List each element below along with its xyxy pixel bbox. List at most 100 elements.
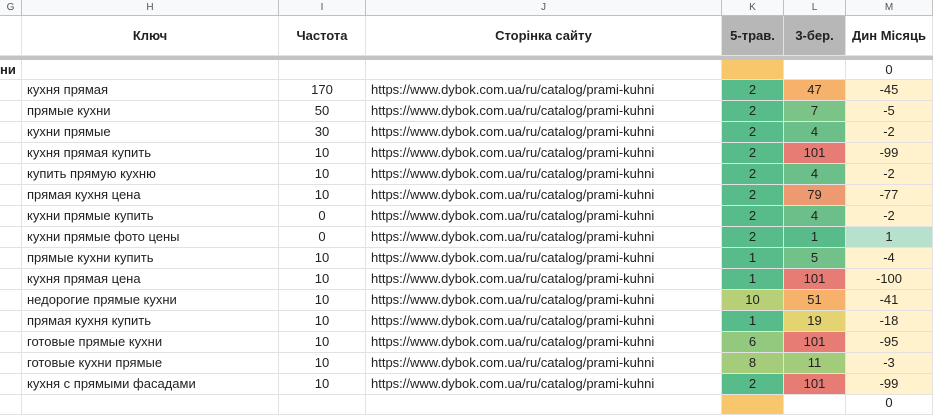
group-cell-i[interactable] xyxy=(279,60,366,79)
cell-url[interactable]: https://www.dybok.com.ua/ru/catalog/pram… xyxy=(366,311,722,331)
cell-k[interactable]: 2 xyxy=(722,374,784,394)
cell-key[interactable]: готовые кухни прямые xyxy=(22,353,279,373)
cell-frequency[interactable]: 50 xyxy=(279,101,366,121)
cell-m[interactable]: -45 xyxy=(846,80,933,100)
cell-l[interactable]: 1 xyxy=(784,227,846,247)
cell-url[interactable]: https://www.dybok.com.ua/ru/catalog/pram… xyxy=(366,353,722,373)
group-cell-k[interactable] xyxy=(722,60,784,79)
cell-key[interactable]: прямая кухня цена xyxy=(22,185,279,205)
header-k-date[interactable]: 5-трав. xyxy=(722,16,784,55)
cell-l[interactable]: 5 xyxy=(784,248,846,268)
cell-l[interactable]: 4 xyxy=(784,164,846,184)
cell-m[interactable]: -95 xyxy=(846,332,933,352)
cell-frequency[interactable]: 0 xyxy=(279,227,366,247)
group-cell-h[interactable] xyxy=(22,60,279,79)
cell-url[interactable]: https://www.dybok.com.ua/ru/catalog/pram… xyxy=(366,164,722,184)
cell-k[interactable]: 1 xyxy=(722,311,784,331)
cell-l[interactable]: 4 xyxy=(784,206,846,226)
cell-url[interactable]: https://www.dybok.com.ua/ru/catalog/pram… xyxy=(366,80,722,100)
cell-g[interactable] xyxy=(0,143,22,163)
cell-url[interactable]: https://www.dybok.com.ua/ru/catalog/pram… xyxy=(366,206,722,226)
cell-l[interactable]: 51 xyxy=(784,290,846,310)
cell-m[interactable]: -77 xyxy=(846,185,933,205)
header-page[interactable]: Сторінка сайту xyxy=(366,16,722,55)
column-header-j[interactable]: J xyxy=(366,0,722,16)
cell-k[interactable]: 10 xyxy=(722,290,784,310)
cell-url[interactable]: https://www.dybok.com.ua/ru/catalog/pram… xyxy=(366,143,722,163)
column-header-h[interactable]: H xyxy=(22,0,279,16)
cell-url[interactable]: https://www.dybok.com.ua/ru/catalog/pram… xyxy=(366,185,722,205)
cell-k[interactable]: 2 xyxy=(722,122,784,142)
cell-k[interactable]: 2 xyxy=(722,101,784,121)
cell-m[interactable]: -4 xyxy=(846,248,933,268)
cell-k[interactable]: 2 xyxy=(722,164,784,184)
cell-m[interactable]: -2 xyxy=(846,206,933,226)
cell-g[interactable] xyxy=(0,206,22,226)
cell-g[interactable] xyxy=(0,227,22,247)
cell-g[interactable] xyxy=(0,353,22,373)
column-header-g[interactable]: G xyxy=(0,0,22,16)
cell-key[interactable]: прямая кухня купить xyxy=(22,311,279,331)
cell-frequency[interactable]: 10 xyxy=(279,143,366,163)
header-l-date[interactable]: 3-бер. xyxy=(784,16,846,55)
cell-m[interactable]: -99 xyxy=(846,374,933,394)
cell-k[interactable]: 2 xyxy=(722,185,784,205)
cell-url[interactable]: https://www.dybok.com.ua/ru/catalog/pram… xyxy=(366,227,722,247)
group-cell-l[interactable] xyxy=(784,60,846,79)
cell-g[interactable] xyxy=(0,80,22,100)
cell-key[interactable]: кухня прямая купить xyxy=(22,143,279,163)
cell-k[interactable]: 6 xyxy=(722,332,784,352)
cell-frequency[interactable]: 170 xyxy=(279,80,366,100)
cell-frequency[interactable]: 10 xyxy=(279,185,366,205)
cell-l[interactable]: 4 xyxy=(784,122,846,142)
cell-m[interactable]: -41 xyxy=(846,290,933,310)
cell-m[interactable]: -99 xyxy=(846,143,933,163)
cell-l[interactable]: 11 xyxy=(784,353,846,373)
cell-m[interactable]: -5 xyxy=(846,101,933,121)
cell-g[interactable] xyxy=(0,164,22,184)
cell-frequency[interactable]: 10 xyxy=(279,353,366,373)
cell-frequency[interactable]: 10 xyxy=(279,374,366,394)
cell-key[interactable]: недорогие прямые кухни xyxy=(22,290,279,310)
cell-l[interactable]: 101 xyxy=(784,143,846,163)
cell-key[interactable]: прямые кухни купить xyxy=(22,248,279,268)
cell-l[interactable]: 101 xyxy=(784,332,846,352)
cell-key[interactable]: кухня прямая xyxy=(22,80,279,100)
cell-frequency[interactable]: 10 xyxy=(279,248,366,268)
cell-m[interactable]: -2 xyxy=(846,122,933,142)
cell-url[interactable]: https://www.dybok.com.ua/ru/catalog/pram… xyxy=(366,332,722,352)
cell-l[interactable]: 7 xyxy=(784,101,846,121)
header-frequency[interactable]: Частота xyxy=(279,16,366,55)
cell-key[interactable]: кухни прямые купить xyxy=(22,206,279,226)
column-header-i[interactable]: I xyxy=(279,0,366,16)
cell-m[interactable]: -100 xyxy=(846,269,933,289)
cell-g[interactable] xyxy=(0,269,22,289)
cell-k[interactable]: 1 xyxy=(722,248,784,268)
cell-l[interactable]: 79 xyxy=(784,185,846,205)
group-cell-m[interactable]: 0 xyxy=(846,60,933,79)
column-header-l[interactable]: L xyxy=(784,0,846,16)
cell-m[interactable]: 1 xyxy=(846,227,933,247)
cell-g[interactable] xyxy=(0,332,22,352)
cell-l[interactable]: 19 xyxy=(784,311,846,331)
header-key[interactable]: Ключ xyxy=(22,16,279,55)
column-header-m[interactable]: M xyxy=(846,0,933,16)
cell-l[interactable]: 101 xyxy=(784,374,846,394)
cell-l[interactable]: 47 xyxy=(784,80,846,100)
cell-key[interactable]: прямые кухни xyxy=(22,101,279,121)
cell-frequency[interactable]: 30 xyxy=(279,122,366,142)
cell-g[interactable] xyxy=(0,311,22,331)
cell-url[interactable]: https://www.dybok.com.ua/ru/catalog/pram… xyxy=(366,101,722,121)
cell-g[interactable] xyxy=(0,290,22,310)
cell-key[interactable]: кухни прямые xyxy=(22,122,279,142)
cell-k[interactable]: 2 xyxy=(722,227,784,247)
cell-g[interactable] xyxy=(0,122,22,142)
cell-m[interactable]: -2 xyxy=(846,164,933,184)
cell-key[interactable]: кухня с прямыми фасадами xyxy=(22,374,279,394)
cell-frequency[interactable]: 10 xyxy=(279,164,366,184)
group-cell-j[interactable] xyxy=(366,60,722,79)
cell-k[interactable]: 2 xyxy=(722,206,784,226)
cell-k[interactable]: 8 xyxy=(722,353,784,373)
cell-k[interactable]: 1 xyxy=(722,269,784,289)
header-cell-g[interactable] xyxy=(0,16,22,55)
